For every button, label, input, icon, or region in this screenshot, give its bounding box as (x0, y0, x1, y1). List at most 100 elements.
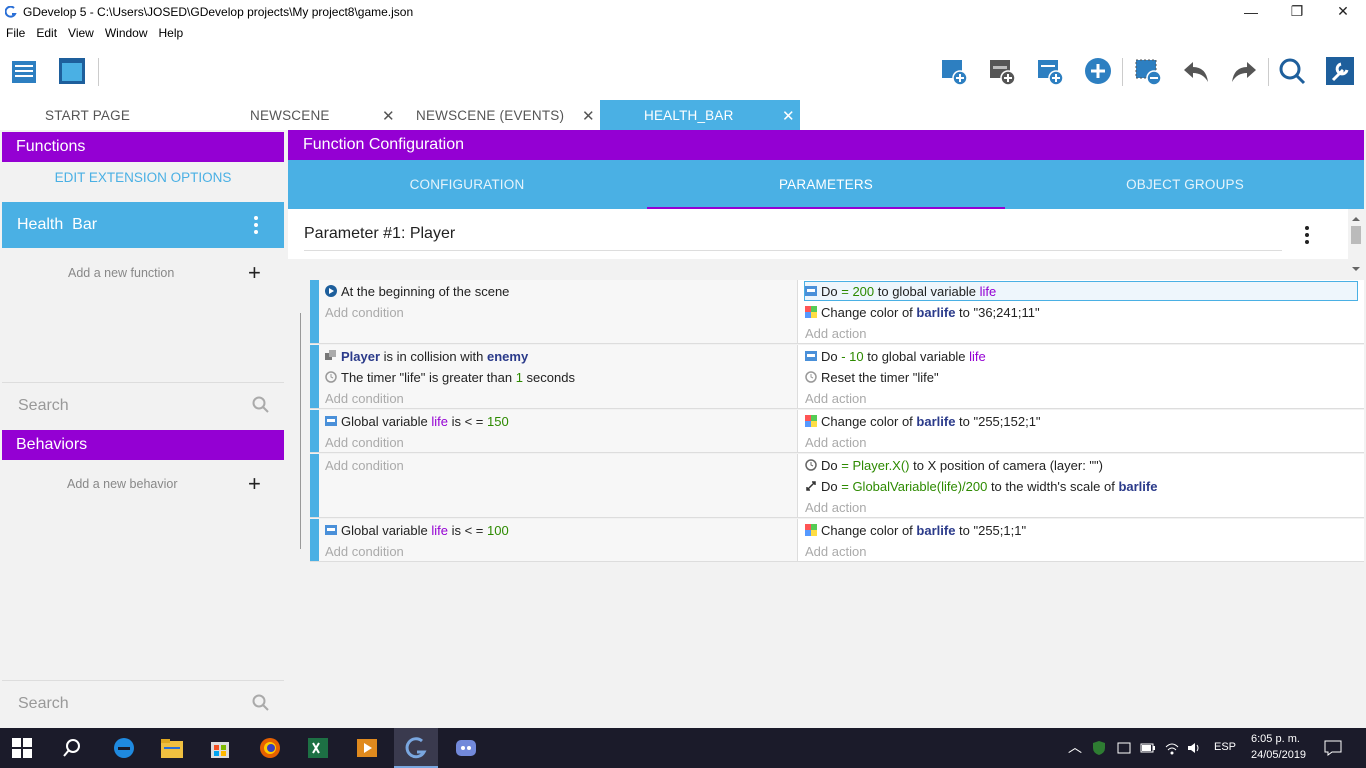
wifi-icon[interactable] (1164, 741, 1180, 755)
event-drag-handle[interactable] (310, 454, 319, 517)
menu-help[interactable]: Help (159, 26, 184, 40)
event-drag-handle[interactable] (310, 345, 319, 408)
parameter-row[interactable]: Parameter #1: Player (288, 209, 1348, 259)
tab-newscene[interactable]: NEWSCENE ✕ (200, 100, 400, 130)
condition-line[interactable]: The timer "life" is greater than 1 secon… (325, 367, 575, 387)
taskbar-search-button[interactable] (62, 738, 82, 761)
add-icon[interactable]: + (248, 260, 261, 286)
clock-date[interactable]: 24/05/2019 (1251, 749, 1306, 761)
event-row[interactable]: Global variable life is < = 150 Add condi… (310, 410, 1364, 453)
menu-view[interactable]: View (68, 26, 94, 40)
add-condition-button[interactable]: Add condition (325, 302, 404, 322)
tab-object-groups[interactable]: OBJECT GROUPS (1006, 160, 1364, 209)
discord-taskbar-button[interactable] (454, 736, 478, 763)
scrollbar[interactable] (1350, 214, 1362, 274)
start-button[interactable] (12, 738, 32, 761)
close-icon[interactable]: ✕ (382, 107, 395, 125)
add-condition-button[interactable]: Add condition (325, 388, 404, 408)
function-item-health-bar[interactable]: Health Bar (2, 202, 284, 248)
event-row[interactable]: Global variable life is < = 100 Add condi… (310, 519, 1364, 562)
behaviors-header: Behaviors (2, 430, 284, 460)
add-action-button[interactable]: Add action (805, 323, 866, 343)
instruction-text: is in collision with (380, 348, 487, 364)
actions-column: Change color of barlife to "255;1;1" Add … (799, 519, 1364, 561)
notifications-icon[interactable] (1324, 740, 1342, 756)
instruction-text: to global variable (874, 283, 980, 299)
chevron-up-icon[interactable]: ︿ (1068, 737, 1082, 757)
add-condition-button[interactable]: Add condition (325, 541, 404, 561)
undo-button[interactable] (1180, 55, 1212, 87)
menu-file[interactable]: File (6, 26, 25, 40)
store-taskbar-button[interactable] (208, 736, 232, 763)
close-icon[interactable]: ✕ (582, 107, 595, 125)
condition-line[interactable]: Player is in collision with enemy (325, 346, 528, 366)
add-function-row[interactable]: Add a new function + (2, 260, 284, 285)
more-options-icon[interactable] (254, 216, 258, 234)
add-icon[interactable]: + (248, 471, 261, 497)
edge-taskbar-button[interactable] (112, 736, 136, 763)
tab-parameters[interactable]: PARAMETERS (647, 160, 1005, 209)
maximize-button[interactable]: ❐ (1274, 0, 1320, 23)
action-line[interactable]: Do = Player.X() to X position of camera … (805, 455, 1103, 475)
event-drag-handle[interactable] (310, 519, 319, 561)
action-line[interactable]: Change color of barlife to "255;1;1" (805, 520, 1026, 540)
action-line[interactable]: Change color of barlife to "255;152;1" (805, 411, 1041, 431)
extension-options-button[interactable] (1324, 55, 1356, 87)
event-row[interactable]: Add condition Do = Player.X() to X positi… (310, 454, 1364, 518)
shield-icon[interactable] (1092, 740, 1106, 756)
speaker-icon[interactable] (1186, 741, 1202, 755)
action-line[interactable]: Reset the timer "life" (805, 367, 939, 387)
tab-configuration[interactable]: CONFIGURATION (288, 160, 646, 209)
media-taskbar-button[interactable] (355, 736, 379, 763)
event-drag-handle[interactable] (310, 280, 319, 343)
add-action-button[interactable]: Add action (805, 497, 866, 517)
redo-button[interactable] (1228, 55, 1260, 87)
more-options-icon[interactable] (1305, 226, 1309, 244)
add-comment-button[interactable] (1034, 55, 1066, 87)
close-icon[interactable]: ✕ (782, 107, 795, 125)
add-subevent-button[interactable] (986, 55, 1018, 87)
object-name: barlife (1118, 478, 1158, 494)
excel-taskbar-button[interactable] (306, 736, 330, 763)
add-condition-button[interactable]: Add condition (325, 455, 404, 475)
close-window-button[interactable]: ✕ (1320, 0, 1366, 23)
tab-start-page[interactable]: START PAGE (0, 100, 200, 130)
behaviors-search-input[interactable]: Search (2, 680, 284, 726)
event-row[interactable]: Player is in collision with enemy The tim… (310, 345, 1364, 409)
condition-line[interactable]: Global variable life is < = 100 (325, 520, 509, 540)
menu-edit[interactable]: Edit (36, 26, 57, 40)
add-behavior-row[interactable]: Add a new behavior + (2, 471, 284, 496)
add-action-button[interactable]: Add action (805, 388, 866, 408)
battery-icon[interactable] (1140, 742, 1156, 754)
event-row[interactable]: At the beginning of the scene Add conditi… (310, 280, 1364, 344)
language-indicator[interactable]: ESP (1214, 741, 1236, 753)
delete-event-button[interactable] (1132, 55, 1164, 87)
project-manager-button[interactable] (8, 55, 40, 87)
add-action-button[interactable]: Add action (805, 541, 866, 561)
edit-extension-options-button[interactable]: EDIT EXTENSION OPTIONS (2, 170, 284, 185)
tab-health-bar[interactable]: HEALTH_BAR ✕ (600, 100, 800, 130)
clock-time[interactable]: 6:05 p. m. (1251, 733, 1300, 745)
gdevelop-taskbar-button[interactable] (394, 728, 438, 768)
add-event-button[interactable] (938, 55, 970, 87)
firefox-taskbar-button[interactable] (258, 736, 282, 763)
explorer-taskbar-button[interactable] (160, 737, 184, 762)
add-instruction-button[interactable] (1082, 55, 1114, 87)
condition-line[interactable]: At the beginning of the scene (325, 281, 509, 301)
condition-line[interactable]: Global variable life is < = 150 (325, 411, 509, 431)
event-drag-handle[interactable] (310, 410, 319, 452)
tab-newscene-events[interactable]: NEWSCENE (EVENTS) ✕ (400, 100, 600, 130)
scene-preview-button[interactable] (56, 55, 88, 87)
minimize-button[interactable]: — (1228, 0, 1274, 23)
action-line[interactable]: Do = GlobalVariable(life)/200 to the wid… (805, 476, 1157, 496)
color-icon (805, 415, 817, 427)
action-line[interactable]: Change color of barlife to "36;241;11" (805, 302, 1040, 322)
search-events-button[interactable] (1276, 55, 1308, 87)
action-line[interactable]: Do = 200 to global variable life (804, 281, 1358, 301)
add-action-button[interactable]: Add action (805, 432, 866, 452)
menu-window[interactable]: Window (105, 26, 148, 40)
functions-search-input[interactable]: Search (2, 382, 284, 428)
action-line[interactable]: Do - 10 to global variable life (805, 346, 986, 366)
notification-area-icon[interactable] (1116, 740, 1132, 756)
add-condition-button[interactable]: Add condition (325, 432, 404, 452)
